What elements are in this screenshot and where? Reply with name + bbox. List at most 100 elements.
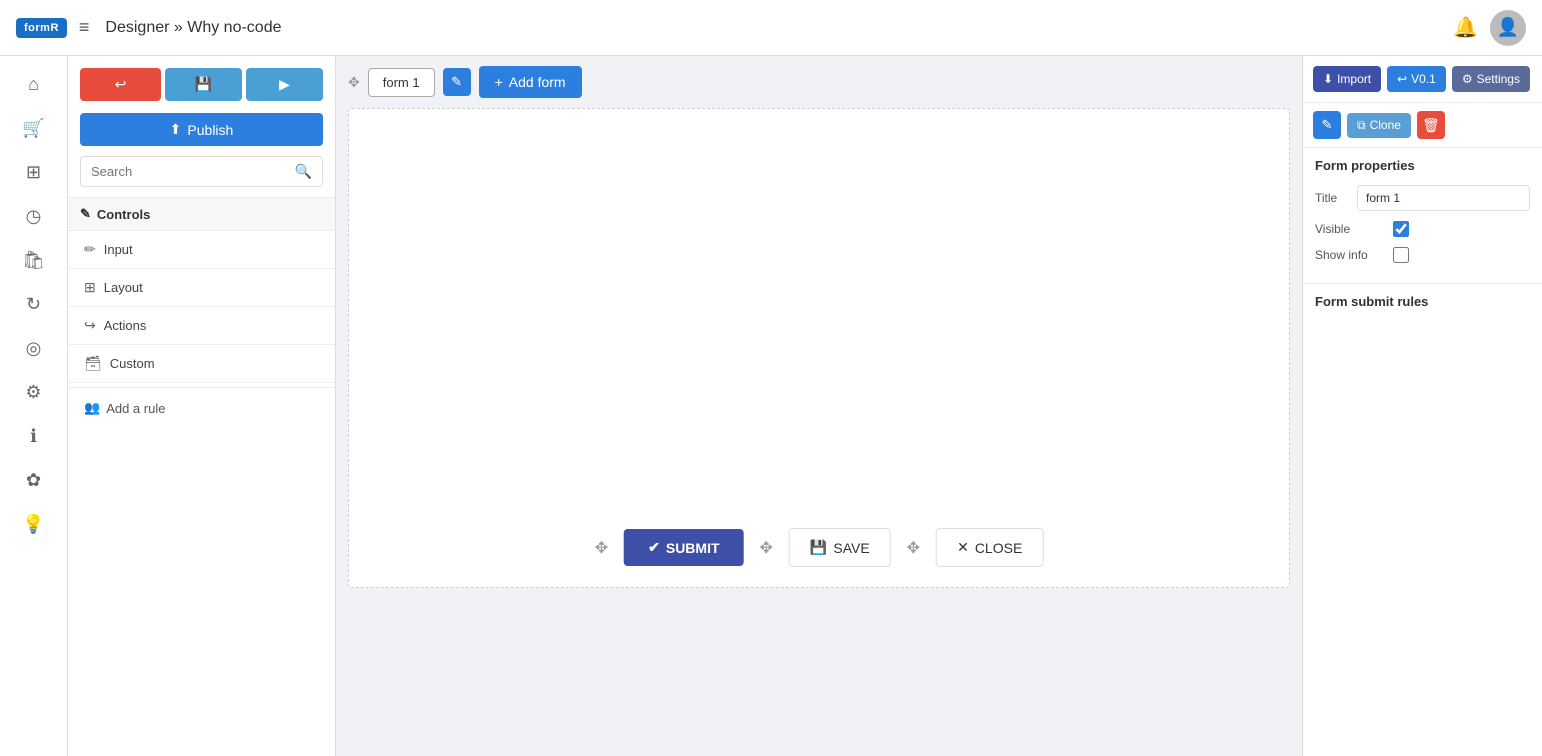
close-drag-handle[interactable]: ✥ [907,538,920,558]
form-submit-rules-title: Form submit rules [1315,294,1530,309]
add-form-plus-icon: + [495,74,503,90]
submit-drag-handle[interactable]: ✥ [595,538,608,558]
controls-list: ✏ Input ⊞ Layout ↪ Actions 🗃 Custom [68,231,335,383]
canvas-save-label: SAVE [833,540,869,556]
prop-input-title[interactable] [1357,185,1530,211]
add-rule-label: Add a rule [106,401,165,416]
submit-button[interactable]: ✔ SUBMIT [624,529,743,566]
avatar[interactable]: 👤 [1490,10,1526,46]
canvas-close-label: CLOSE [975,540,1022,556]
controls-header: ✎ Controls [68,197,335,231]
form-tab[interactable]: form 1 [368,68,435,97]
sidebar-item-bag[interactable]: 🛍 [14,240,54,280]
settings-button[interactable]: ⚙ Settings [1452,66,1530,92]
right-panel-actions: ✎ ⧉ Clone 🗑 [1303,103,1542,148]
publish-icon: ⬆ [170,121,182,138]
search-bar: 🔍 [80,156,323,187]
control-item-custom[interactable]: 🗃 Custom [68,345,335,383]
prop-label-show-info: Show info [1315,248,1385,262]
form-tab-drag-handle[interactable]: ✥ [348,74,360,91]
controls-panel: ↩ 💾 ▶ ⬆ Publish 🔍 ✎ Controls ✏ Input ⊞ L… [68,56,336,756]
save-icon-button[interactable]: 💾 [165,68,242,101]
submit-check-icon: ✔ [648,539,660,556]
sidebar-item-refresh[interactable]: ↻ [14,284,54,324]
add-form-button[interactable]: + Add form [479,66,582,98]
prop-label-title: Title [1315,191,1349,205]
import-label: Import [1337,72,1371,86]
search-input[interactable] [91,164,295,179]
sidebar-item-clock[interactable]: ◷ [14,196,54,236]
right-panel: ⬇ Import ↩ V0.1 ⚙ Settings ✎ ⧉ Clone 🗑 F… [1302,56,1542,756]
controls-icon: ✎ [80,206,91,222]
version-button[interactable]: ↩ V0.1 [1387,66,1446,92]
control-item-actions[interactable]: ↪ Actions [68,307,335,345]
canvas-save-button[interactable]: 💾 SAVE [789,528,891,567]
prop-checkbox-show-info[interactable] [1393,247,1409,263]
prop-checkbox-visible[interactable] [1393,221,1409,237]
save-drag-handle[interactable]: ✥ [760,538,773,558]
prop-row-title: Title [1315,185,1530,211]
custom-icon: 🗃 [84,355,102,372]
sidebar-item-gear[interactable]: ⚙ [14,372,54,412]
actions-icon: ↪ [84,317,96,334]
control-item-input[interactable]: ✏ Input [68,231,335,269]
publish-button[interactable]: ⬆ Publish [80,113,323,146]
main-canvas: ✥ form 1 ✎ + Add form ✥ ✔ SUBMIT ✥ 💾 SAV… [336,56,1302,756]
save-disk-icon: 💾 [810,539,827,556]
form-properties-section: Form properties Title Visible Show info [1303,148,1542,283]
right-panel-toolbar: ⬇ Import ↩ V0.1 ⚙ Settings [1303,56,1542,103]
app-logo: formR [16,18,67,38]
form-submit-rules: Form submit rules [1303,283,1542,331]
topbar: formR ≡ Designer » Why no-code 🔔 👤 [0,0,1542,56]
rp-clone-button[interactable]: ⧉ Clone [1347,113,1411,138]
canvas-content: ✥ ✔ SUBMIT ✥ 💾 SAVE ✥ ✕ CLOSE [348,108,1290,588]
control-item-layout[interactable]: ⊞ Layout [68,269,335,307]
panel-top-buttons: ↩ 💾 ▶ [68,56,335,113]
form-tab-label: form 1 [383,75,420,90]
controls-title: Controls [97,207,150,222]
canvas-action-buttons: ✥ ✔ SUBMIT ✥ 💾 SAVE ✥ ✕ CLOSE [595,528,1044,567]
submit-label: SUBMIT [666,540,720,556]
custom-label: Custom [110,356,155,371]
publish-label: Publish [187,122,233,138]
sidebar-item-wheel[interactable]: ✿ [14,460,54,500]
version-label: V0.1 [1411,72,1436,86]
settings-gear-icon: ⚙ [1462,72,1473,86]
clone-label: Clone [1370,118,1401,132]
form-tab-edit-button[interactable]: ✎ [443,68,471,96]
notification-bell-icon[interactable]: 🔔 [1453,15,1478,40]
settings-label: Settings [1477,72,1520,86]
left-sidebar: ⌂ 🛒 ⊞ ◷ 🛍 ↻ ◎ ⚙ ℹ ✿ 💡 [0,56,68,756]
sidebar-item-cart[interactable]: 🛒 [14,108,54,148]
actions-label: Actions [104,318,147,333]
sidebar-item-gauge[interactable]: ◎ [14,328,54,368]
prop-label-visible: Visible [1315,222,1385,236]
form-properties-title: Form properties [1315,158,1530,173]
menu-icon[interactable]: ≡ [79,17,90,38]
input-label: Input [104,242,133,257]
close-x-icon: ✕ [957,539,969,556]
undo-button[interactable]: ↩ [80,68,161,101]
prop-row-show-info: Show info [1315,247,1530,263]
canvas-close-button[interactable]: ✕ CLOSE [936,528,1043,567]
play-button[interactable]: ▶ [246,68,323,101]
clone-icon: ⧉ [1357,118,1366,133]
topbar-actions: 🔔 👤 [1453,10,1526,46]
sidebar-item-info[interactable]: ℹ [14,416,54,456]
rp-delete-button[interactable]: 🗑 [1417,111,1445,139]
sidebar-item-bulb[interactable]: 💡 [14,504,54,544]
version-icon: ↩ [1397,72,1407,86]
add-rule-section[interactable]: 👥 Add a rule [68,387,335,428]
import-button[interactable]: ⬇ Import [1313,66,1381,92]
prop-row-visible: Visible [1315,221,1530,237]
search-icon: 🔍 [295,163,312,180]
add-form-label: Add form [509,74,566,90]
sidebar-item-layers[interactable]: ⊞ [14,152,54,192]
input-icon: ✏ [84,241,96,258]
form-tabs-bar: ✥ form 1 ✎ + Add form [336,56,1302,108]
page-title: Designer » Why no-code [105,19,1453,37]
rp-edit-button[interactable]: ✎ [1313,111,1341,139]
sidebar-item-home[interactable]: ⌂ [14,64,54,104]
import-icon: ⬇ [1323,72,1333,86]
add-rule-icon: 👥 [84,400,100,416]
